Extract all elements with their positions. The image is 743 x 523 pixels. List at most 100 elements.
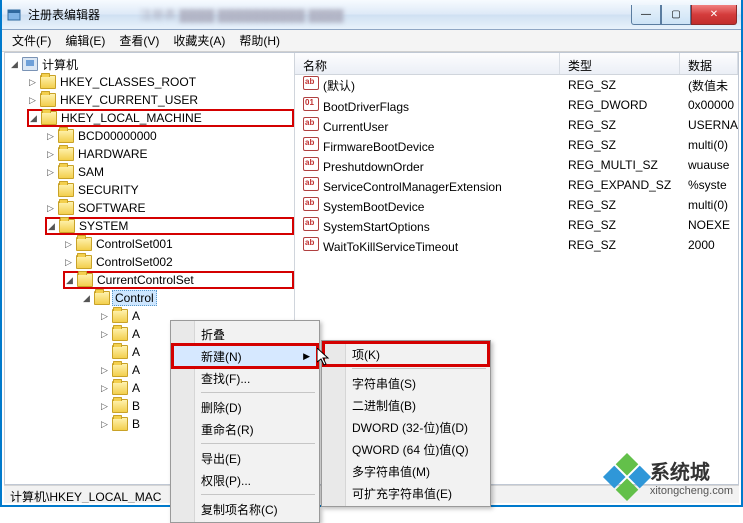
- tree-security[interactable]: SECURITY: [45, 181, 294, 199]
- expander-icon[interactable]: ◢: [28, 113, 39, 124]
- expander-icon[interactable]: ▷: [63, 257, 74, 268]
- tree-hardware[interactable]: ▷ HARDWARE: [45, 145, 294, 163]
- ctx-find[interactable]: 查找(F)...: [173, 367, 317, 389]
- folder-icon: [76, 255, 92, 269]
- ctx-new-multi[interactable]: 多字符串值(M): [324, 460, 488, 482]
- watermark-url: xitongcheng.com: [650, 485, 733, 497]
- expander-icon[interactable]: ▷: [99, 311, 110, 322]
- expander-icon[interactable]: ▷: [45, 149, 56, 160]
- menu-file[interactable]: 文件(F): [6, 30, 57, 51]
- column-type[interactable]: 类型: [560, 53, 680, 74]
- tree-sam[interactable]: ▷SAM: [45, 163, 294, 181]
- folder-icon: [112, 309, 128, 323]
- tree-root[interactable]: ◢ 计算机: [9, 55, 294, 73]
- expander-icon[interactable]: ◢: [9, 59, 20, 70]
- separator: [201, 443, 315, 444]
- list-row[interactable]: SystemStartOptionsREG_SZ NOEXE: [295, 215, 738, 235]
- tree-hklm[interactable]: ◢HKEY_LOCAL_MACHINE: [27, 109, 294, 127]
- tree-bcd[interactable]: ▷ BCD00000000: [45, 127, 294, 145]
- tree-label: A: [130, 327, 142, 341]
- expander-icon[interactable]: ◢: [46, 221, 57, 232]
- column-name[interactable]: 名称: [295, 53, 560, 74]
- tree-label: ControlSet002: [94, 255, 175, 269]
- context-menu-key: 折叠 新建(N)▶ 查找(F)... 删除(D) 重命名(R) 导出(E) 权限…: [170, 320, 320, 523]
- tree-hkcr[interactable]: ▷HKEY_CLASSES_ROOT: [27, 73, 294, 91]
- expander-icon[interactable]: ◢: [81, 293, 92, 304]
- tree-hkcu[interactable]: ▷HKEY_CURRENT_USER: [27, 91, 294, 109]
- close-button[interactable]: ✕: [691, 5, 737, 25]
- expander-icon[interactable]: ▷: [45, 167, 56, 178]
- menu-favorites[interactable]: 收藏夹(A): [167, 30, 231, 51]
- expander-icon[interactable]: ▷: [99, 365, 110, 376]
- value-type: REG_SZ: [560, 216, 680, 234]
- list-row[interactable]: WaitToKillServiceTimeoutREG_SZ2000: [295, 235, 738, 255]
- expander-icon[interactable]: ▷: [63, 239, 74, 250]
- value-type: REG_EXPAND_SZ: [560, 176, 680, 194]
- list-row[interactable]: CurrentUserREG_SZUSERNA: [295, 115, 738, 135]
- list-body: (默认)REG_SZ(数值未BootDriverFlagsREG_DWORD0x…: [295, 75, 738, 255]
- ctx-new-expand[interactable]: 可扩充字符串值(E): [324, 482, 488, 504]
- menu-help[interactable]: 帮助(H): [233, 30, 286, 51]
- value-type: REG_SZ: [560, 136, 680, 154]
- separator: [201, 392, 315, 393]
- tree-label: CurrentControlSet: [95, 273, 196, 287]
- tree-system[interactable]: ◢ SYSTEM: [45, 217, 294, 235]
- value-type: REG_SZ: [560, 116, 680, 134]
- list-row[interactable]: (默认)REG_SZ(数值未: [295, 75, 738, 95]
- minimize-button[interactable]: —: [631, 5, 661, 25]
- tree-label: SOFTWARE: [76, 201, 148, 215]
- menu-view[interactable]: 查看(V): [113, 30, 165, 51]
- tree-label: B: [130, 399, 142, 413]
- list-row[interactable]: ServiceControlManagerExtensionREG_EXPAND…: [295, 175, 738, 195]
- ctx-label: 新建(N): [201, 348, 242, 365]
- expander-icon[interactable]: ▷: [99, 329, 110, 340]
- value-type: REG_SZ: [560, 196, 680, 214]
- expander-icon[interactable]: ◢: [64, 275, 75, 286]
- expander-icon[interactable]: [99, 347, 110, 358]
- ctx-new-key[interactable]: 项(K): [324, 343, 488, 365]
- ctx-new-dword[interactable]: DWORD (32-位)值(D): [324, 416, 488, 438]
- expander-icon[interactable]: ▷: [27, 77, 38, 88]
- value-data: wuause: [680, 156, 738, 174]
- expander-icon[interactable]: ▷: [99, 419, 110, 430]
- expander-icon[interactable]: ▷: [99, 383, 110, 394]
- tree-label: BCD00000000: [76, 129, 159, 143]
- list-row[interactable]: PreshutdownOrderREG_MULTI_SZwuause: [295, 155, 738, 175]
- folder-icon: [58, 183, 74, 197]
- tree-label: HARDWARE: [76, 147, 150, 161]
- ctx-collapse[interactable]: 折叠: [173, 323, 317, 345]
- ctx-delete[interactable]: 删除(D): [173, 396, 317, 418]
- value-icon: [303, 177, 319, 191]
- value-data: 2000: [680, 236, 738, 254]
- ctx-new-qword[interactable]: QWORD (64 位)值(Q): [324, 438, 488, 460]
- ctx-permissions[interactable]: 权限(P)...: [173, 469, 317, 491]
- tree-label: SYSTEM: [77, 219, 130, 233]
- expander-icon[interactable]: ▷: [45, 203, 56, 214]
- value-name: CurrentUser: [323, 120, 388, 134]
- tree-control[interactable]: ◢Control: [81, 289, 294, 307]
- list-row[interactable]: BootDriverFlagsREG_DWORD0x00000: [295, 95, 738, 115]
- tree-currentcontrolset[interactable]: ◢ CurrentControlSet: [63, 271, 294, 289]
- ctx-new[interactable]: 新建(N)▶: [173, 345, 317, 367]
- ctx-copy-key-name[interactable]: 复制项名称(C): [173, 498, 317, 520]
- folder-icon: [94, 291, 110, 305]
- ctx-new-string[interactable]: 字符串值(S): [324, 372, 488, 394]
- ctx-rename[interactable]: 重命名(R): [173, 418, 317, 440]
- tree-software[interactable]: ▷ SOFTWARE: [45, 199, 294, 217]
- tree-cs2[interactable]: ▷ ControlSet002: [63, 253, 294, 271]
- window-title: 注册表编辑器: [28, 6, 100, 23]
- list-row[interactable]: SystemBootDeviceREG_SZmulti(0): [295, 195, 738, 215]
- list-row[interactable]: FirmwareBootDeviceREG_SZmulti(0): [295, 135, 738, 155]
- expander-icon[interactable]: ▷: [45, 131, 56, 142]
- expander-icon[interactable]: ▷: [99, 401, 110, 412]
- tree-label: A: [130, 345, 142, 359]
- menu-edit[interactable]: 编辑(E): [59, 30, 111, 51]
- expander-icon[interactable]: ▷: [27, 95, 38, 106]
- column-data[interactable]: 数据: [680, 53, 738, 74]
- expander-icon[interactable]: [45, 185, 56, 196]
- maximize-button[interactable]: ▢: [661, 5, 691, 25]
- value-data: %syste: [680, 176, 738, 194]
- tree-cs1[interactable]: ▷ControlSet001: [63, 235, 294, 253]
- ctx-export[interactable]: 导出(E): [173, 447, 317, 469]
- ctx-new-binary[interactable]: 二进制值(B): [324, 394, 488, 416]
